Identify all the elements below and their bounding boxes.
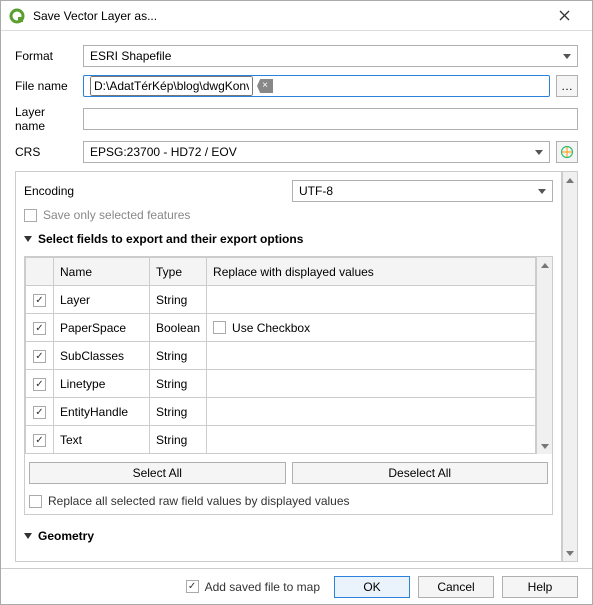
add-saved-label: Add saved file to map <box>205 580 320 594</box>
clear-icon[interactable] <box>257 79 273 93</box>
save-only-selected-label: Save only selected features <box>43 208 190 222</box>
file-name-label: File name <box>15 79 77 93</box>
options-group: Encoding UTF-8 Save only selected featur… <box>15 171 562 562</box>
crs-picker-button[interactable] <box>556 141 578 163</box>
file-name-input[interactable] <box>83 75 550 97</box>
cell-replace <box>207 398 536 426</box>
col-check[interactable] <box>26 258 54 286</box>
row-checkbox[interactable] <box>33 378 46 391</box>
table-row: TextString <box>26 426 536 454</box>
cell-type: String <box>150 370 207 398</box>
col-replace[interactable]: Replace with displayed values <box>207 258 536 286</box>
scroll-down-icon[interactable] <box>537 438 552 454</box>
cell-type: String <box>150 398 207 426</box>
replace-all-checkbox[interactable] <box>29 495 42 508</box>
geometry-section-label: Geometry <box>38 529 94 543</box>
qgis-icon <box>9 8 25 24</box>
row-checkbox[interactable] <box>33 350 46 363</box>
cell-replace <box>207 286 536 314</box>
encoding-combo[interactable]: UTF-8 <box>292 180 553 202</box>
file-name-field[interactable] <box>90 76 253 96</box>
layer-name-field[interactable] <box>90 109 571 129</box>
cell-replace <box>207 370 536 398</box>
cell-name: Linetype <box>54 370 150 398</box>
close-button[interactable] <box>544 2 584 30</box>
triangle-down-icon <box>24 533 32 539</box>
replace-all-label: Replace all selected raw field values by… <box>48 494 350 508</box>
cell-replace <box>207 342 536 370</box>
ok-button[interactable]: OK <box>334 576 410 598</box>
dialog-button-bar: Add saved file to map OK Cancel Help <box>1 568 592 604</box>
cell-name: SubClasses <box>54 342 150 370</box>
fields-section-label: Select fields to export and their export… <box>38 232 303 246</box>
scroll-down-icon[interactable] <box>563 545 577 561</box>
cell-replace: Use Checkbox <box>207 314 536 342</box>
triangle-down-icon <box>24 236 32 242</box>
encoding-label: Encoding <box>24 184 292 198</box>
cancel-button[interactable]: Cancel <box>418 576 494 598</box>
table-row: LinetypeString <box>26 370 536 398</box>
help-button[interactable]: Help <box>502 576 578 598</box>
scroll-up-icon[interactable] <box>563 172 577 188</box>
col-name[interactable]: Name <box>54 258 150 286</box>
cell-name: Layer <box>54 286 150 314</box>
row-checkbox[interactable] <box>33 322 46 335</box>
format-combo[interactable]: ESRI Shapefile <box>83 45 578 67</box>
chevron-down-icon <box>535 150 543 155</box>
table-row: PaperSpaceBooleanUse Checkbox <box>26 314 536 342</box>
globe-icon <box>560 145 574 159</box>
crs-label: CRS <box>15 145 77 159</box>
table-row: EntityHandleString <box>26 398 536 426</box>
fields-panel: Name Type Replace with displayed values … <box>24 256 553 515</box>
col-type[interactable]: Type <box>150 258 207 286</box>
table-scrollbar[interactable] <box>536 257 552 454</box>
row-checkbox[interactable] <box>33 434 46 447</box>
select-all-button[interactable]: Select All <box>29 462 286 484</box>
cell-type: String <box>150 426 207 454</box>
format-value: ESRI Shapefile <box>90 49 171 63</box>
use-checkbox[interactable] <box>213 321 226 334</box>
layer-name-label: Layer name <box>15 105 77 133</box>
title-bar: Save Vector Layer as... <box>1 1 592 31</box>
chevron-down-icon <box>538 189 546 194</box>
window-title: Save Vector Layer as... <box>33 9 544 23</box>
cell-name: Text <box>54 426 150 454</box>
layer-name-input[interactable] <box>83 108 578 130</box>
cell-replace <box>207 426 536 454</box>
row-checkbox[interactable] <box>33 406 46 419</box>
table-row: SubClassesString <box>26 342 536 370</box>
crs-combo[interactable]: EPSG:23700 - HD72 / EOV <box>83 141 550 163</box>
panel-scrollbar[interactable] <box>562 171 578 562</box>
geometry-section-toggle[interactable]: Geometry <box>24 529 553 543</box>
cell-type: String <box>150 342 207 370</box>
add-saved-checkbox[interactable] <box>186 580 199 593</box>
crs-value: EPSG:23700 - HD72 / EOV <box>90 145 237 159</box>
cell-name: PaperSpace <box>54 314 150 342</box>
format-label: Format <box>15 49 77 63</box>
browse-button[interactable]: … <box>556 75 578 97</box>
cell-type: Boolean <box>150 314 207 342</box>
close-icon <box>559 10 570 21</box>
save-only-selected-checkbox <box>24 209 37 222</box>
cell-name: EntityHandle <box>54 398 150 426</box>
cell-type: String <box>150 286 207 314</box>
row-checkbox[interactable] <box>33 294 46 307</box>
encoding-value: UTF-8 <box>299 184 333 198</box>
table-row: LayerString <box>26 286 536 314</box>
deselect-all-button[interactable]: Deselect All <box>292 462 549 484</box>
fields-section-toggle[interactable]: Select fields to export and their export… <box>24 232 553 246</box>
scroll-up-icon[interactable] <box>537 257 552 273</box>
chevron-down-icon <box>563 54 571 59</box>
fields-table: Name Type Replace with displayed values … <box>25 257 536 454</box>
